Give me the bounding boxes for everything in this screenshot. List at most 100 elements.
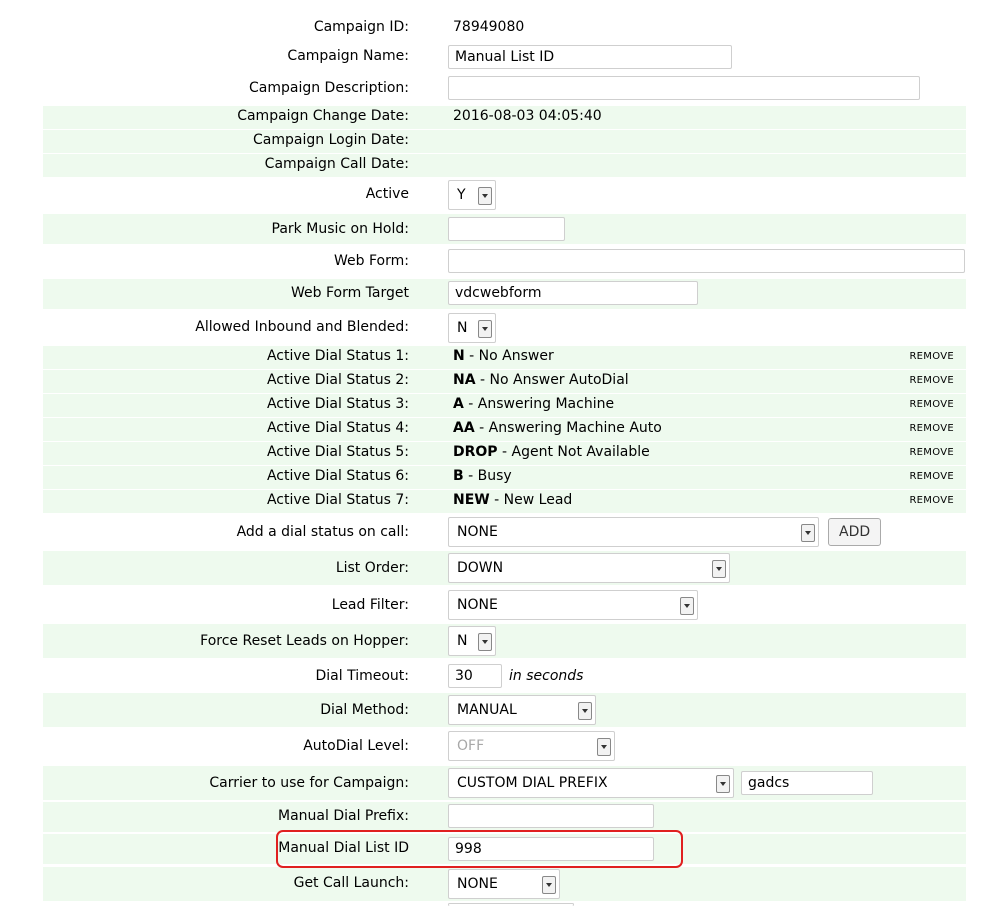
dial-method-value: MANUAL — [457, 702, 517, 718]
row-dial-status-3: Active Dial Status 3: A - Answering Mach… — [43, 394, 966, 417]
row-dial-status-5: Active Dial Status 5: DROP - Agent Not A… — [43, 442, 966, 465]
campaign-description-label: Campaign Description: — [248, 80, 409, 96]
add-button[interactable]: ADD — [828, 518, 882, 546]
lead-filter-select[interactable]: NONE — [448, 590, 698, 620]
campaign-name-label: Campaign Name: — [287, 48, 409, 64]
row-manual-dial-prefix: Manual Dial Prefix: — [43, 802, 966, 832]
dropdown-arrow-icon — [578, 702, 592, 720]
list-order-label: List Order: — [335, 560, 409, 576]
allowed-inbound-select[interactable]: N — [448, 313, 496, 343]
get-call-launch-value: NONE — [457, 876, 498, 892]
park-music-label: Park Music on Hold: — [271, 221, 409, 237]
dial-status-label: Active Dial Status 1: — [266, 348, 409, 364]
manual-dial-prefix-input[interactable] — [448, 804, 654, 828]
dial-status-code: N — [453, 348, 465, 364]
dial-status-code: B — [453, 468, 464, 484]
force-reset-select[interactable]: N — [448, 626, 496, 656]
carrier-select[interactable]: CUSTOM DIAL PREFIX — [448, 768, 734, 798]
list-order-value: DOWN — [457, 560, 504, 576]
lead-filter-label: Lead Filter: — [331, 597, 409, 613]
remove-link[interactable]: REMOVE — [909, 423, 954, 434]
row-login-date: Campaign Login Date: — [43, 130, 966, 153]
dropdown-arrow-icon — [716, 775, 730, 793]
remove-link[interactable]: REMOVE — [909, 447, 954, 458]
dial-status-desc: - New Lead — [489, 492, 573, 508]
row-force-reset: Force Reset Leads on Hopper: N — [43, 624, 966, 658]
dial-status-value: N - No Answer — [453, 348, 554, 364]
carrier-value: CUSTOM DIAL PREFIX — [457, 775, 608, 791]
dropdown-arrow-icon — [478, 633, 492, 651]
row-web-form-target: Web Form Target vdcwebform — [43, 279, 966, 309]
dial-status-value: B - Busy — [453, 468, 512, 484]
dial-status-desc: - No Answer — [464, 348, 554, 364]
remove-link[interactable]: REMOVE — [909, 471, 954, 482]
autodial-level-select[interactable]: OFF — [448, 731, 615, 761]
active-select[interactable]: Y — [448, 180, 496, 210]
row-park-music: Park Music on Hold: — [43, 214, 966, 244]
row-list-order: List Order: DOWN — [43, 551, 966, 585]
add-dial-status-select[interactable]: NONE — [448, 517, 819, 547]
allowed-inbound-label: Allowed Inbound and Blended: — [195, 319, 409, 335]
web-form-target-input[interactable]: vdcwebform — [448, 281, 698, 305]
campaign-name-input[interactable]: Manual List ID — [448, 45, 732, 69]
dial-status-label: Active Dial Status 4: — [266, 420, 409, 436]
row-active: Active Y — [43, 178, 966, 212]
remove-link[interactable]: REMOVE — [909, 495, 954, 506]
row-get-call-launch: Get Call Launch: NONE — [43, 867, 966, 901]
row-dial-status-1: Active Dial Status 1: N - No Answer REMO… — [43, 346, 966, 369]
dial-status-label: Active Dial Status 6: — [266, 468, 409, 484]
campaign-id-label: Campaign ID: — [313, 19, 409, 35]
campaign-id-value: 78949080 — [453, 19, 525, 35]
lead-filter-value: NONE — [457, 597, 498, 613]
call-date-label: Campaign Call Date: — [264, 156, 409, 172]
manual-dial-list-id-label: Manual Dial List ID — [278, 840, 409, 856]
dial-method-label: Dial Method: — [320, 702, 409, 718]
get-call-launch-label: Get Call Launch: — [293, 875, 409, 891]
row-dial-status-7: Active Dial Status 7: NEW - New Lead REM… — [43, 490, 966, 513]
get-call-launch-select[interactable]: NONE — [448, 869, 560, 899]
remove-link[interactable]: REMOVE — [909, 399, 954, 410]
dial-status-desc: - Answering Machine — [463, 396, 615, 412]
park-music-input[interactable] — [448, 217, 565, 241]
row-dial-status-2: Active Dial Status 2: NA - No Answer Aut… — [43, 370, 966, 393]
dropdown-arrow-icon — [597, 738, 611, 756]
dial-status-code: NA — [453, 372, 476, 388]
row-dial-status-4: Active Dial Status 4: AA - Answering Mac… — [43, 418, 966, 441]
add-dial-status-value: NONE — [457, 524, 498, 540]
dial-status-label: Active Dial Status 7: — [266, 492, 409, 508]
dial-status-desc: - Answering Machine Auto — [474, 420, 662, 436]
row-call-date: Campaign Call Date: — [43, 154, 966, 177]
allowed-inbound-value: N — [457, 320, 468, 336]
row-web-form: Web Form: — [43, 246, 966, 276]
row-lead-filter: Lead Filter: NONE — [43, 588, 966, 622]
web-form-label: Web Form: — [334, 253, 409, 269]
dial-status-value: NEW - New Lead — [453, 492, 572, 508]
dial-timeout-label: Dial Timeout: — [315, 668, 410, 684]
manual-dial-list-id-input[interactable]: 998 — [448, 837, 654, 861]
dropdown-arrow-icon — [801, 524, 815, 542]
list-order-select[interactable]: DOWN — [448, 553, 730, 583]
row-dial-method: Dial Method: MANUAL — [43, 693, 966, 727]
web-form-target-label: Web Form Target — [290, 285, 409, 301]
dial-status-desc: - No Answer AutoDial — [475, 372, 629, 388]
carrier-extra-input[interactable]: gadcs — [741, 771, 873, 795]
carrier-label: Carrier to use for Campaign: — [209, 775, 409, 791]
manual-dial-prefix-label: Manual Dial Prefix: — [278, 808, 409, 824]
campaign-description-input[interactable] — [448, 76, 920, 100]
dial-status-value: AA - Answering Machine Auto — [453, 420, 662, 436]
web-form-input[interactable] — [448, 249, 965, 273]
active-value: Y — [457, 187, 466, 203]
dial-status-code: AA — [453, 420, 475, 436]
dial-timeout-input[interactable]: 30 — [448, 664, 502, 688]
autodial-level-label: AutoDial Level: — [303, 738, 409, 754]
dial-timeout-unit: in seconds — [509, 668, 584, 684]
dial-status-value: DROP - Agent Not Available — [453, 444, 650, 460]
dropdown-arrow-icon — [542, 876, 556, 894]
dial-method-select[interactable]: MANUAL — [448, 695, 596, 725]
remove-link[interactable]: REMOVE — [909, 375, 954, 386]
dropdown-arrow-icon — [478, 320, 492, 338]
remove-link[interactable]: REMOVE — [909, 351, 954, 362]
dial-status-label: Active Dial Status 3: — [266, 396, 409, 412]
row-add-dial-status: Add a dial status on call: NONE ADD — [43, 515, 966, 549]
dial-status-value: NA - No Answer AutoDial — [453, 372, 629, 388]
